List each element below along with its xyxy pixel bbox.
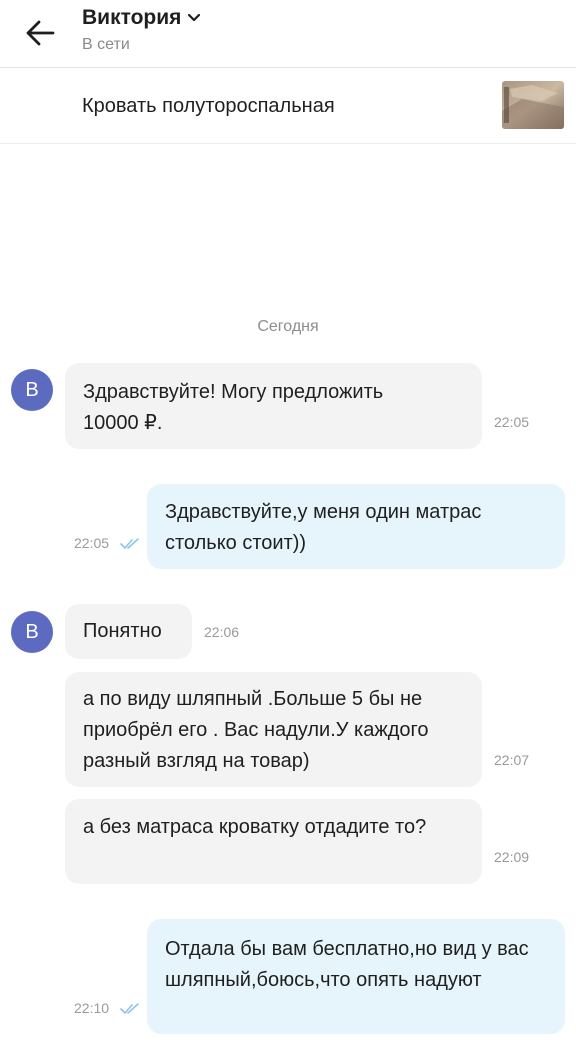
message-bubble-outgoing[interactable]: Отдала бы вам бесплатно,но вид у вас шля… (147, 919, 565, 1034)
message-time: 22:05 (74, 535, 110, 551)
message-text: а без матраса кроватку отдадите то? (83, 816, 427, 838)
message-text: Здравствуйте! Могу предложить 10000 ₽. (83, 381, 384, 434)
read-checkmarks-icon (120, 1003, 139, 1014)
chevron-down-icon (188, 13, 201, 22)
message-time: 22:05 (494, 414, 530, 430)
message-text: Отдала бы вам бесплатно,но вид у вас шля… (165, 938, 529, 991)
read-checkmarks-icon (120, 538, 139, 549)
listing-thumbnail[interactable] (502, 81, 564, 129)
contact-name: Виктория (82, 6, 182, 29)
message-time: 22:07 (494, 752, 530, 768)
message-bubble-incoming[interactable]: Понятно (65, 604, 192, 659)
sender-avatar[interactable]: В (11, 369, 53, 411)
message-text: Понятно (83, 620, 162, 642)
message-text: а по виду шляпный .Больше 5 бы не приобр… (83, 688, 429, 772)
listing-card[interactable]: Кровать полутороспальная (0, 68, 576, 144)
message-bubble-outgoing[interactable]: Здравствуйте,у меня один матрас столько … (147, 484, 565, 569)
contact-name-dropdown[interactable]: Виктория (82, 6, 201, 30)
listing-title: Кровать полутороспальная (82, 95, 335, 117)
sender-avatar[interactable]: В (11, 611, 53, 653)
message-time: 22:09 (494, 849, 530, 865)
message-time: 22:06 (204, 624, 240, 640)
message-time: 22:10 (74, 1000, 110, 1016)
message-bubble-incoming[interactable]: а без матраса кроватку отдадите то? (65, 799, 482, 884)
message-text: Здравствуйте,у меня один матрас столько … (165, 501, 482, 554)
back-arrow-icon[interactable] (24, 18, 58, 48)
message-bubble-incoming[interactable]: Здравствуйте! Могу предложить 10000 ₽. (65, 363, 482, 449)
message-bubble-incoming[interactable]: а по виду шляпный .Больше 5 бы не приобр… (65, 672, 482, 787)
date-separator: Сегодня (257, 318, 319, 335)
online-status: В сети (82, 36, 130, 53)
chat-header: Виктория В сети (0, 0, 576, 68)
